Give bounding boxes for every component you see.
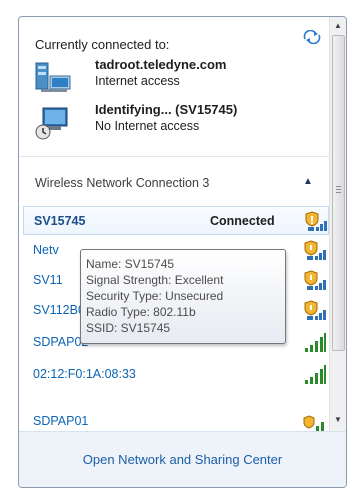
connection-status: Internet access <box>95 74 180 88</box>
divider <box>19 156 329 157</box>
connection-name: Identifying... (SV15745) <box>95 102 238 117</box>
connected-status: Connected <box>210 214 275 228</box>
scroll-down-arrow-icon[interactable]: ▼ <box>330 415 346 424</box>
connection-status: No Internet access <box>95 119 200 133</box>
vertical-scrollbar[interactable]: ▲ ▼ <box>329 17 346 431</box>
open-network-sharing-center-link[interactable]: Open Network and Sharing Center <box>19 452 346 467</box>
unsecured-shield-icon <box>303 239 327 261</box>
network-label: SDPAP01 <box>33 414 89 428</box>
connection-identifying: Identifying... (SV15745) No Internet acc… <box>35 102 315 146</box>
domain-network-icon <box>35 61 71 95</box>
refresh-icon[interactable] <box>303 29 321 47</box>
scrollbar-thumb[interactable] <box>332 35 345 351</box>
tooltip-radio-type: Radio Type: 802.11b <box>86 305 196 319</box>
network-label: SV11 <box>33 273 63 287</box>
network-label: 02:12:F0:1A:08:33 <box>33 367 136 381</box>
network-item-sv15745[interactable]: SV15745 Connected <box>23 206 329 235</box>
unsecured-shield-icon <box>303 269 327 291</box>
network-tooltip: Name: SV15745 Signal Strength: Excellent… <box>80 249 286 344</box>
connection-domain: tadroot.teledyne.com Internet access <box>35 57 315 101</box>
connection-name: tadroot.teledyne.com <box>95 57 227 72</box>
network-label: SV112B0 <box>33 303 85 317</box>
signal-bars-icon <box>303 363 327 385</box>
unsecured-shield-icon <box>304 210 328 232</box>
network-label: SV15745 <box>34 214 86 228</box>
wireless-section-label: Wireless Network Connection 3 <box>35 176 210 190</box>
identifying-network-icon <box>35 106 71 140</box>
flyout-footer: Open Network and Sharing Center <box>19 431 346 487</box>
tooltip-name: Name: SV15745 <box>86 257 175 271</box>
unsecured-shield-icon <box>303 299 327 321</box>
grip-icon <box>336 186 341 194</box>
scroll-up-arrow-icon[interactable]: ▲ <box>330 21 346 30</box>
network-flyout: Currently connected to: tadroot.teledyne… <box>18 16 347 488</box>
tooltip-signal-strength: Signal Strength: Excellent <box>86 273 224 287</box>
chevron-up-icon[interactable]: ▲ <box>303 176 313 187</box>
currently-connected-heading: Currently connected to: <box>35 37 170 52</box>
network-list-area: Currently connected to: tadroot.teledyne… <box>19 17 329 431</box>
network-label: Netv <box>33 243 59 257</box>
network-item[interactable]: 02:12:F0:1A:08:33 <box>23 360 329 389</box>
signal-bars-icon <box>303 331 327 353</box>
unsecured-signal-icon <box>303 414 327 431</box>
tooltip-security-type: Security Type: Unsecured <box>86 289 224 303</box>
network-item[interactable]: SDPAP01 <box>23 392 329 431</box>
tooltip-ssid: SSID: SV15745 <box>86 321 171 335</box>
